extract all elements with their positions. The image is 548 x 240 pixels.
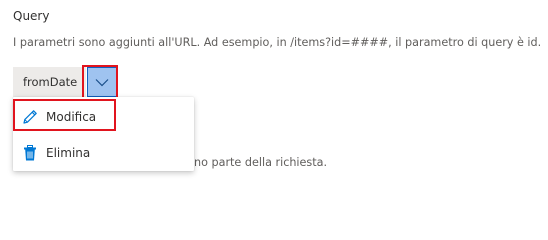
menu-item-label-elimina: Elimina	[46, 146, 91, 160]
query-parameter-chip: fromDate	[13, 67, 118, 97]
chevron-down-icon	[95, 78, 109, 87]
menu-item-elimina[interactable]: Elimina	[13, 136, 194, 170]
section-title: Query	[13, 9, 50, 23]
menu-item-label-modifica: Modifica	[46, 110, 97, 124]
parameter-context-menu: Modifica Elimina	[13, 97, 194, 171]
menu-item-modifica[interactable]: Modifica	[13, 100, 194, 134]
query-parameters-panel: Query I parametri sono aggiunti all'URL.…	[0, 0, 548, 206]
parameter-name[interactable]: fromDate	[13, 67, 87, 97]
partial-footer-text: no parte della richiesta.	[194, 156, 328, 169]
trash-icon	[20, 143, 40, 163]
parameter-options-button[interactable]	[87, 67, 118, 97]
pencil-icon	[20, 107, 40, 127]
section-description: I parametri sono aggiunti all'URL. Ad es…	[13, 36, 542, 49]
